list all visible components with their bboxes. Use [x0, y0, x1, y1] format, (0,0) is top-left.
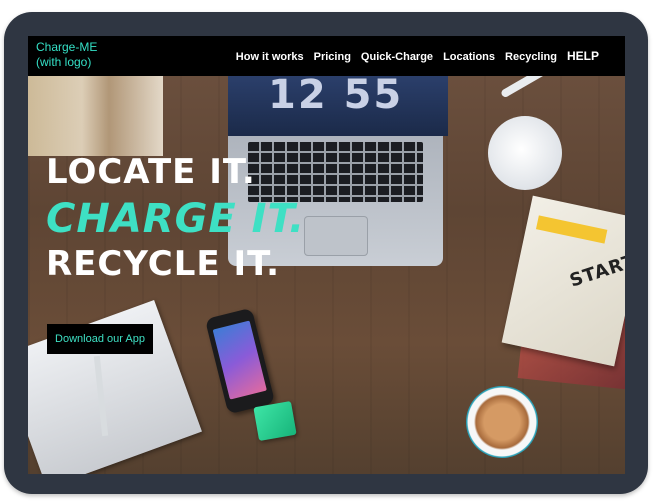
books-decoration — [28, 76, 163, 156]
top-navbar: Charge-ME (with logo) How it works Prici… — [28, 36, 625, 76]
brand-name: Charge-ME — [36, 40, 98, 54]
desk-lamp — [488, 116, 562, 190]
download-app-button[interactable]: Download our App — [47, 324, 153, 354]
headline-charge: CHARGE IT. — [46, 196, 306, 242]
page-viewport: 12 55 STARTUP Charge-ME (with logo) How … — [28, 36, 625, 474]
nav-link-locations[interactable]: Locations — [443, 51, 495, 63]
nav-link-recycling[interactable]: Recycling — [505, 51, 557, 63]
nav-links: How it works Pricing Quick-Charge Locati… — [236, 49, 599, 63]
hero-headline: LOCATE IT. CHARGE IT. RECYCLE IT. — [46, 153, 305, 283]
headline-recycle: RECYCLE IT. — [46, 244, 281, 284]
brand-logo-text[interactable]: Charge-ME (with logo) — [36, 40, 97, 70]
charger-device — [253, 400, 297, 442]
laptop-trackpad — [304, 216, 368, 256]
nav-link-pricing[interactable]: Pricing — [314, 51, 351, 63]
brand-logo-placeholder: (with logo) — [36, 55, 92, 69]
nav-link-quick-charge[interactable]: Quick-Charge — [361, 51, 433, 63]
nav-link-help[interactable]: HELP — [567, 49, 599, 63]
device-frame: 12 55 STARTUP Charge-ME (with logo) How … — [4, 12, 648, 494]
headline-locate: LOCATE IT. — [46, 152, 256, 192]
laptop-clock-text: 12 55 — [268, 72, 404, 118]
coffee-cup — [466, 386, 538, 458]
nav-link-how-it-works[interactable]: How it works — [236, 51, 304, 63]
